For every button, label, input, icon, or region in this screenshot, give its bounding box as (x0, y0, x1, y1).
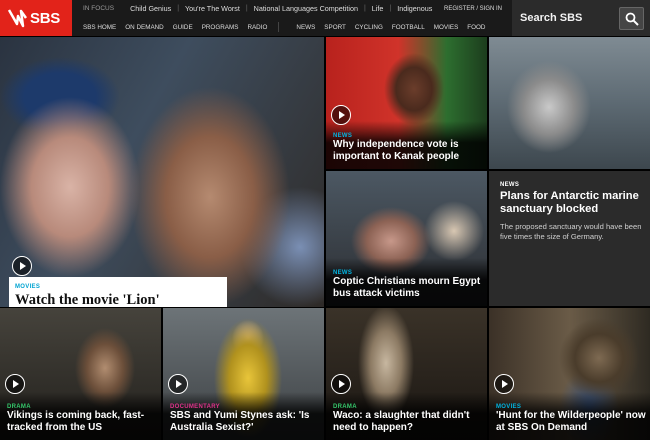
tile-description: The proposed sanctuary would have been f… (500, 221, 642, 242)
tile-caption: NEWS Why independence vote is important … (333, 133, 483, 162)
tile-title[interactable]: Why independence vote is important to Ka… (333, 139, 483, 162)
tile-caption: NEWS Plans for Antarctic marine sanctuar… (500, 182, 642, 243)
sbs-logo-icon (7, 9, 28, 28)
nav-on-demand[interactable]: ON DEMAND (125, 24, 163, 31)
nav-football[interactable]: FOOTBALL (392, 24, 425, 31)
main-nav: SBS HOME ON DEMAND GUIDE PROGRAMS RADIO … (72, 18, 512, 36)
play-icon[interactable] (331, 105, 351, 125)
tile-title[interactable]: SBS and Yumi Stynes ask: 'Is Australia S… (170, 410, 320, 433)
nav-sbs-home[interactable]: SBS HOME (83, 24, 116, 31)
separator: | (245, 5, 248, 12)
tile-title[interactable]: Coptic Christians mourn Egypt bus attack… (333, 276, 483, 299)
separator: | (389, 5, 392, 12)
search-button[interactable] (619, 7, 644, 30)
play-icon[interactable] (12, 256, 32, 276)
register-sign-in-link[interactable]: REGISTER / SIGN IN (444, 6, 502, 12)
tile-title[interactable]: Plans for Antarctic marine sanctuary blo… (500, 190, 642, 216)
tile-antarctic-sanctuary[interactable]: NEWS Plans for Antarctic marine sanctuar… (489, 171, 650, 306)
in-focus-link[interactable]: National Languages Competition (254, 4, 358, 13)
in-focus-label: IN FOCUS (83, 5, 115, 12)
play-icon[interactable] (494, 374, 514, 394)
nav-divider (278, 22, 296, 32)
play-icon[interactable] (331, 374, 351, 394)
category-label: MOVIES (15, 284, 41, 290)
nav-programs[interactable]: PROGRAMS (202, 24, 239, 31)
play-icon[interactable] (5, 374, 25, 394)
nav-news[interactable]: NEWS (296, 24, 315, 31)
tile-caption: DRAMA Vikings is coming back, fast-track… (7, 404, 157, 433)
separator: | (363, 5, 366, 12)
site-header: SBS IN FOCUS Child Genius | You're The W… (0, 0, 650, 36)
nav-cycling[interactable]: CYCLING (355, 24, 383, 31)
in-focus-link[interactable]: Indigenous (397, 4, 432, 13)
tile-caption: NEWS Coptic Christians mourn Egypt bus a… (333, 270, 483, 299)
in-focus-link[interactable]: Life (372, 4, 384, 13)
tile-is-australia-sexist[interactable]: DOCUMENTARY SBS and Yumi Stynes ask: 'Is… (163, 308, 324, 440)
tile-title[interactable]: Waco: a slaughter that didn't need to ha… (333, 410, 483, 433)
tile-title[interactable]: 'Hunt for the Wilderpeople' now at SBS O… (496, 410, 646, 433)
tile-coptic-christians[interactable]: NEWS Coptic Christians mourn Egypt bus a… (326, 171, 487, 306)
sbs-logo[interactable]: SBS (0, 0, 72, 36)
nav-food[interactable]: FOOD (467, 24, 485, 31)
search-input[interactable] (512, 0, 616, 36)
tile-vikings[interactable]: DRAMA Vikings is coming back, fast-track… (0, 308, 161, 440)
search-icon (625, 12, 639, 26)
tile-caption: DOCUMENTARY SBS and Yumi Stynes ask: 'Is… (170, 404, 320, 433)
tile-wilderpeople[interactable]: MOVIES 'Hunt for the Wilderpeople' now a… (489, 308, 650, 440)
category-label: NEWS (500, 182, 520, 188)
nav-radio[interactable]: RADIO (247, 24, 267, 31)
in-focus-link[interactable]: You're The Worst (185, 4, 240, 13)
hero-caption: MOVIES Watch the movie 'Lion' (9, 277, 227, 307)
hero-title[interactable]: Watch the movie 'Lion' (15, 292, 221, 307)
nav-movies[interactable]: MOVIES (434, 24, 459, 31)
tile-antarctic-seal-image[interactable] (489, 37, 650, 169)
separator: | (177, 5, 180, 12)
hero-tile-lion[interactable]: MOVIES Watch the movie 'Lion' (0, 37, 324, 307)
tile-kanak-vote[interactable]: NEWS Why independence vote is important … (326, 37, 487, 169)
tile-waco[interactable]: DRAMA Waco: a slaughter that didn't need… (326, 308, 487, 440)
tile-caption: MOVIES 'Hunt for the Wilderpeople' now a… (496, 404, 646, 433)
in-focus-bar: IN FOCUS Child Genius | You're The Worst… (72, 0, 512, 17)
sbs-logo-text: SBS (30, 10, 60, 27)
nav-guide[interactable]: GUIDE (173, 24, 193, 31)
tile-title[interactable]: Vikings is coming back, fast-tracked fro… (7, 410, 157, 433)
in-focus-link[interactable]: Child Genius (130, 4, 171, 13)
play-icon[interactable] (168, 374, 188, 394)
tile-caption: DRAMA Waco: a slaughter that didn't need… (333, 404, 483, 433)
nav-sport[interactable]: SPORT (324, 24, 346, 31)
